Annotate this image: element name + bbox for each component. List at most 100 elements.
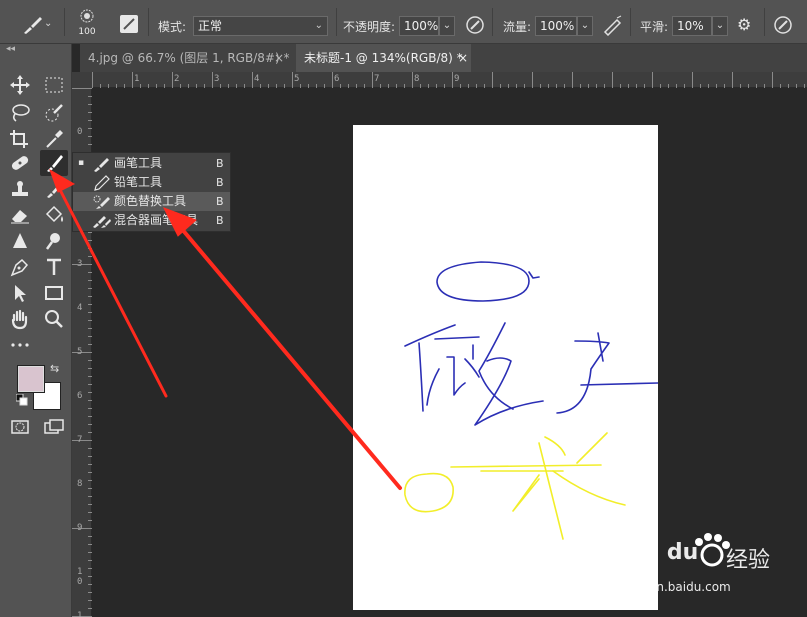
ruler-label: 0 <box>77 577 82 587</box>
ruler-label: 7 <box>374 74 379 84</box>
divider <box>64 8 65 36</box>
flyout-item-shortcut: B <box>216 176 224 189</box>
clone-stamp-tool[interactable] <box>8 178 32 200</box>
opacity-input[interactable]: 100% <box>399 16 439 36</box>
ruler-label: 5 <box>294 74 299 84</box>
eyedropper-tool[interactable] <box>42 128 66 150</box>
mixer-brush-icon <box>92 213 112 235</box>
healing-brush-tool[interactable] <box>8 152 32 174</box>
flow-dropdown[interactable]: ⌄ <box>577 16 593 36</box>
close-icon[interactable]: × <box>458 44 468 72</box>
ink-stroke-mi-vertical <box>512 432 626 540</box>
divider <box>148 8 149 36</box>
ruler-label: 7 <box>77 435 82 445</box>
pressure-opacity-icon[interactable] <box>464 14 486 39</box>
ruler-top: 1 2 3 4 5 6 7 8 9 <box>92 72 807 88</box>
ruler-corner <box>72 72 92 88</box>
smoothing-label: 平滑: <box>640 20 669 34</box>
foreground-color-swatch[interactable] <box>17 365 45 393</box>
swap-colors-icon[interactable]: ⇆ <box>50 362 59 375</box>
flyout-item-brush[interactable]: ▪ 画笔工具 B <box>73 154 230 173</box>
ruler-label: 3 <box>214 74 219 84</box>
pen-tool[interactable] <box>8 256 32 278</box>
toolbox: ◂◂ ⇆ <box>0 44 72 617</box>
ink-stroke-ni-right <box>426 336 480 406</box>
smoothing-value: 10% <box>677 19 704 33</box>
hand-tool[interactable] <box>8 308 32 330</box>
rectangle-tool[interactable] <box>42 282 66 304</box>
ruler-label: 9 <box>454 74 459 84</box>
default-colors-icon[interactable] <box>15 393 28 409</box>
ruler-label: 4 <box>254 74 259 84</box>
crop-tool[interactable] <box>8 128 32 150</box>
marquee-tool[interactable] <box>42 74 66 96</box>
ink-stroke-hao-right <box>556 332 658 414</box>
flyout-item-label: 铅笔工具 <box>114 175 163 189</box>
flyout-item-pencil[interactable]: 铅笔工具 B <box>73 173 230 192</box>
mode-value: 正常 <box>198 19 223 33</box>
divider <box>336 8 337 36</box>
ruler-label: 1 <box>77 567 82 577</box>
more-tools-icon[interactable] <box>8 334 32 356</box>
brush-preset-icon[interactable] <box>20 14 44 39</box>
gear-icon[interactable]: ⚙ <box>737 15 751 34</box>
lasso-tool[interactable] <box>8 102 32 124</box>
ink-stroke-hao-left <box>474 322 544 426</box>
options-bar: ⌄ 100 模式: 正常 ⌄ 不透明度: 100% ⌄ 流量: 100% ⌄ 平… <box>0 0 807 44</box>
zoom-tool[interactable] <box>42 308 66 330</box>
divider <box>764 8 765 36</box>
tab-untitled-1[interactable]: 未标题-1 @ 134%(RGB/8) * × <box>296 44 471 72</box>
flyout-item-label: 颜色替换工具 <box>114 194 187 208</box>
flyout-item-label: 画笔工具 <box>114 156 163 170</box>
brush-size-value: 100 <box>78 27 96 37</box>
type-tool[interactable] <box>42 256 66 278</box>
watermark-brand: Bai du <box>620 540 699 565</box>
screen-mode-icon[interactable] <box>42 416 66 438</box>
document-canvas[interactable] <box>353 125 658 610</box>
smoothing-input[interactable]: 10% <box>672 16 712 36</box>
divider <box>630 8 631 36</box>
drawing-layer <box>404 261 658 540</box>
mode-dropdown[interactable]: 正常 ⌄ <box>193 16 328 36</box>
ruler-label: 6 <box>334 74 339 84</box>
divider <box>492 8 493 36</box>
ruler-label: 0 <box>77 127 82 137</box>
brush-tool[interactable] <box>40 150 68 176</box>
brush-panel-icon[interactable] <box>120 15 138 33</box>
opacity-dropdown[interactable]: ⌄ <box>439 16 455 36</box>
history-brush-tool[interactable] <box>42 178 66 200</box>
move-tool[interactable] <box>8 74 32 96</box>
current-tool-marker: ▪ <box>78 158 85 168</box>
ruler-label: 2 <box>174 74 179 84</box>
airbrush-icon[interactable] <box>601 14 623 39</box>
paint-bucket-tool[interactable] <box>42 204 66 226</box>
opacity-value: 100% <box>404 19 439 33</box>
ruler-label: 8 <box>77 479 82 489</box>
ruler-label: 3 <box>77 259 82 269</box>
path-selection-tool[interactable] <box>8 282 32 304</box>
opacity-label: 不透明度: <box>343 20 396 34</box>
chevron-down-icon[interactable]: ⌄ <box>44 18 52 29</box>
quick-mask-icon[interactable] <box>8 416 32 438</box>
flow-input[interactable]: 100% <box>535 16 577 36</box>
quick-selection-tool[interactable] <box>42 102 66 124</box>
tab-label: 4.jpg @ 66.7% (图层 1, RGB/8#) * <box>88 51 290 65</box>
ruler-label: 8 <box>414 74 419 84</box>
eraser-tool[interactable] <box>8 204 32 226</box>
pressure-size-icon[interactable] <box>772 14 794 39</box>
flyout-item-shortcut: B <box>216 214 224 227</box>
brush-tool-flyout: ▪ 画笔工具 B 铅笔工具 B 颜色替换工具 B 混合器画笔工具 B <box>72 152 231 232</box>
blur-tool[interactable] <box>8 230 32 252</box>
flyout-item-shortcut: B <box>216 195 224 208</box>
tab-4jpg[interactable]: 4.jpg @ 66.7% (图层 1, RGB/8#) * × <box>80 44 295 72</box>
ruler-label: 1 <box>77 611 82 617</box>
dodge-tool[interactable] <box>42 230 66 252</box>
flyout-item-mixer-brush[interactable]: 混合器画笔工具 B <box>73 211 230 230</box>
chevron-down-icon: ⌄ <box>314 20 323 31</box>
flyout-item-shortcut: B <box>216 157 224 170</box>
collapse-panel-icon[interactable]: ◂◂ <box>6 44 15 54</box>
close-icon[interactable]: × <box>274 44 284 72</box>
flyout-item-color-replacement[interactable]: 颜色替换工具 B <box>73 192 230 211</box>
smoothing-dropdown[interactable]: ⌄ <box>712 16 728 36</box>
brush-size-picker[interactable]: 100 <box>76 8 98 38</box>
